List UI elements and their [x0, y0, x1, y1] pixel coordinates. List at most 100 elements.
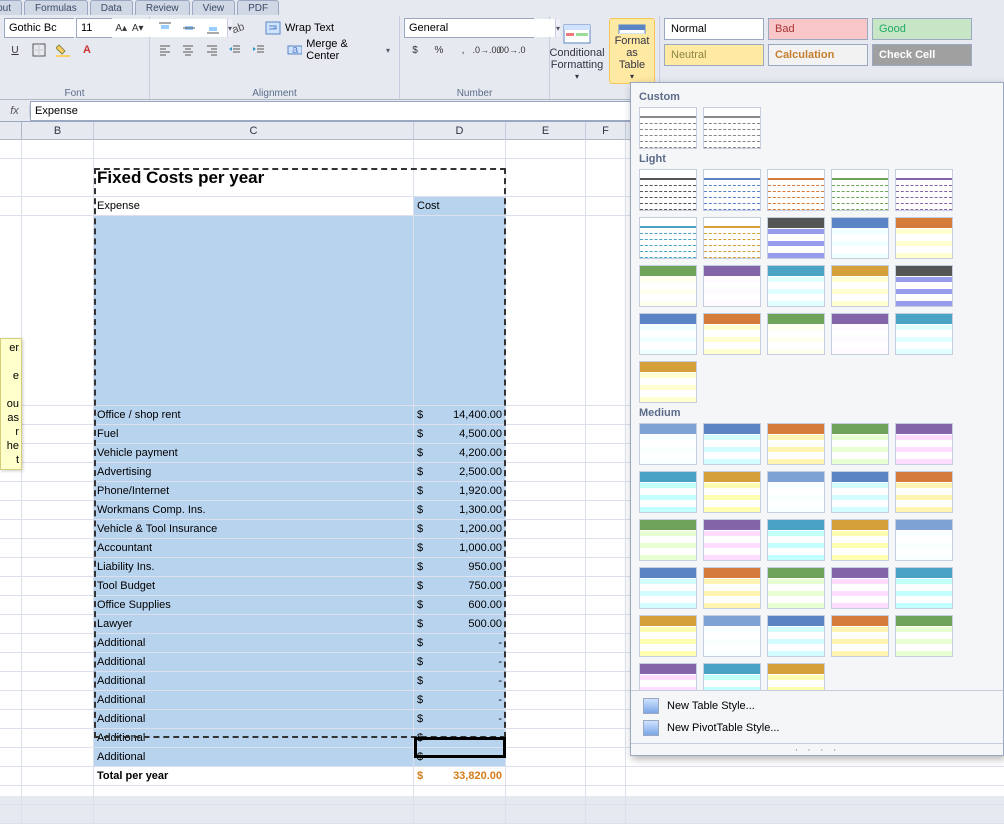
table-style-swatch[interactable]	[895, 519, 953, 561]
grid-cell[interactable]: $-	[414, 748, 506, 766]
grid-cell[interactable]: Total per year	[94, 767, 414, 785]
grid-cell[interactable]	[586, 482, 626, 500]
font-name-combo[interactable]: ▾	[4, 18, 74, 38]
row-header[interactable]	[0, 729, 22, 747]
grid-cell[interactable]	[94, 805, 414, 823]
align-top-button[interactable]	[154, 18, 176, 38]
borders-button[interactable]	[28, 40, 50, 60]
table-style-swatch[interactable]	[831, 217, 889, 259]
table-style-swatch[interactable]	[831, 313, 889, 355]
grid-cell[interactable]: Additional	[94, 710, 414, 728]
table-style-swatch[interactable]	[703, 519, 761, 561]
new-pivot-style[interactable]: New PivotTable Style...	[639, 717, 995, 739]
wrap-text-button[interactable]: Wrap Text	[260, 18, 339, 38]
grid-cell[interactable]: Workmans Comp. Ins.	[94, 501, 414, 519]
grid-cell[interactable]	[22, 577, 94, 595]
grid-cell[interactable]: Vehicle payment	[94, 444, 414, 462]
grid-cell[interactable]: $1,200.00	[414, 520, 506, 538]
grid-cell[interactable]	[506, 748, 586, 766]
tab-formulas[interactable]: Formulas	[24, 0, 88, 15]
grid-cell[interactable]	[506, 691, 586, 709]
table-style-swatch[interactable]	[895, 169, 953, 211]
row-header[interactable]	[0, 748, 22, 766]
grid-cell[interactable]	[506, 140, 586, 158]
grid-cell[interactable]: $-	[414, 729, 506, 747]
table-style-swatch[interactable]	[639, 615, 697, 657]
grid-cell[interactable]: Accountant	[94, 539, 414, 557]
grid-cell[interactable]: $4,200.00	[414, 444, 506, 462]
grid-cell[interactable]	[586, 634, 626, 652]
grid-cell[interactable]	[22, 767, 94, 785]
grid-cell[interactable]	[22, 710, 94, 728]
grid-cell[interactable]	[586, 159, 626, 196]
row-header[interactable]	[0, 634, 22, 652]
tab-review[interactable]: Review	[135, 0, 190, 15]
grid-cell[interactable]	[506, 729, 586, 747]
fx-label[interactable]: fx	[0, 105, 30, 117]
grid-cell[interactable]	[506, 615, 586, 633]
table-style-swatch[interactable]	[703, 663, 761, 690]
col-header-E[interactable]: E	[506, 122, 586, 140]
grid-cell[interactable]	[22, 482, 94, 500]
grid-cell[interactable]: Additional	[94, 653, 414, 671]
align-bottom-button[interactable]	[202, 18, 224, 38]
grid-cell[interactable]	[586, 748, 626, 766]
grid-cell[interactable]: Cost	[414, 197, 506, 215]
grid-cell[interactable]	[22, 786, 94, 804]
grid-cell[interactable]	[586, 805, 626, 823]
row-header[interactable]	[0, 672, 22, 690]
row-header[interactable]	[0, 159, 22, 196]
select-all-corner[interactable]	[0, 122, 22, 139]
font-size-combo[interactable]: ▾	[76, 18, 112, 38]
grid-cell[interactable]	[22, 805, 94, 823]
grid-cell[interactable]: Lawyer	[94, 615, 414, 633]
table-style-swatch[interactable]	[639, 265, 697, 307]
grid-cell[interactable]	[22, 634, 94, 652]
grid-cell[interactable]: Phone/Internet	[94, 482, 414, 500]
number-format-combo[interactable]: ▾	[404, 18, 534, 38]
table-style-swatch[interactable]	[703, 107, 761, 149]
grid-cell[interactable]: Office / shop rent	[94, 406, 414, 424]
tab-data[interactable]: Data	[90, 0, 133, 15]
grid-cell[interactable]: Additional	[94, 748, 414, 766]
table-style-swatch[interactable]	[767, 519, 825, 561]
table-style-swatch[interactable]	[639, 313, 697, 355]
grid-cell[interactable]: $-	[414, 634, 506, 652]
grid-cell[interactable]: $1,000.00	[414, 539, 506, 557]
grid-cell[interactable]	[22, 748, 94, 766]
grid-cell[interactable]	[586, 463, 626, 481]
table-style-swatch[interactable]	[639, 519, 697, 561]
table-style-swatch[interactable]	[831, 169, 889, 211]
row-header[interactable]	[0, 615, 22, 633]
grid-cell[interactable]	[586, 501, 626, 519]
row-header[interactable]	[0, 653, 22, 671]
align-right-button[interactable]	[201, 40, 223, 60]
col-header-C[interactable]: C	[94, 122, 414, 140]
grid-cell[interactable]	[586, 729, 626, 747]
col-header-D[interactable]: D	[414, 122, 506, 140]
grid-cell[interactable]	[94, 140, 414, 158]
grid-cell[interactable]: $14,400.00	[414, 406, 506, 424]
grid-cell[interactable]	[22, 444, 94, 462]
row-header[interactable]	[0, 197, 22, 215]
grid-cell[interactable]: Expense	[94, 197, 414, 215]
grid-cell[interactable]	[586, 615, 626, 633]
cell-style-neutral[interactable]: Neutral	[664, 44, 764, 66]
shrink-font-button[interactable]: A▾	[131, 18, 146, 38]
number-format-input[interactable]	[405, 19, 555, 37]
grid-cell[interactable]	[586, 786, 626, 804]
grid-cell[interactable]	[22, 501, 94, 519]
table-style-swatch[interactable]	[831, 423, 889, 465]
grid-cell[interactable]	[586, 406, 626, 424]
align-center-button[interactable]	[178, 40, 200, 60]
font-color-button[interactable]: A	[76, 40, 98, 60]
grid-cell[interactable]	[506, 197, 586, 215]
table-style-swatch[interactable]	[767, 663, 825, 690]
table-style-swatch[interactable]	[767, 313, 825, 355]
cell-style-normal[interactable]: Normal	[664, 18, 764, 40]
grid-cell[interactable]	[22, 596, 94, 614]
table-style-swatch[interactable]	[639, 423, 697, 465]
table-style-swatch[interactable]	[767, 567, 825, 609]
table-style-swatch[interactable]	[895, 471, 953, 513]
grid-cell[interactable]: $-	[414, 672, 506, 690]
